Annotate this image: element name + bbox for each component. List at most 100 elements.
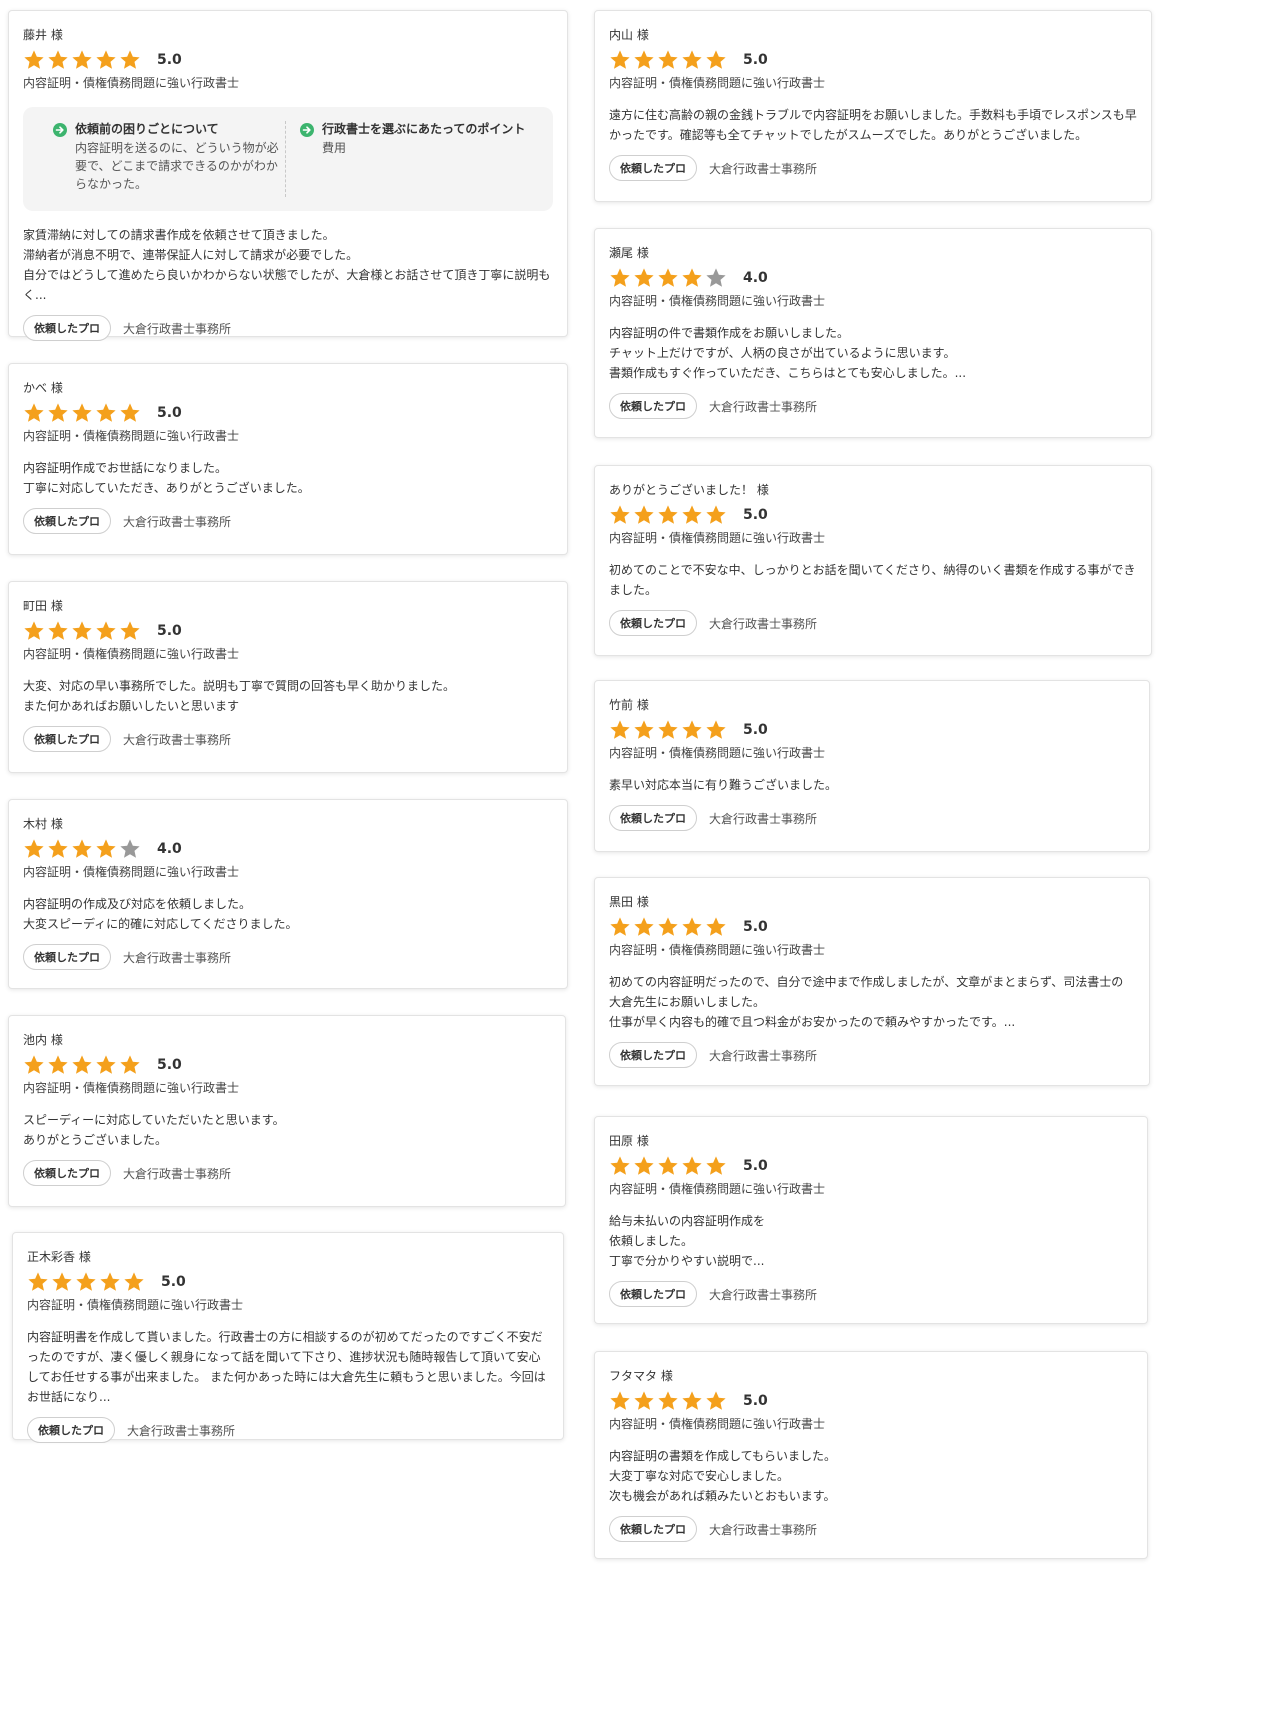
star-filled-icon — [657, 1390, 679, 1412]
star-filled-icon — [23, 838, 45, 860]
star-filled-icon — [23, 49, 45, 71]
reviewer-name: フタマタ 様 — [609, 1369, 673, 1383]
office-name[interactable]: 大倉行政書士事務所 — [709, 810, 817, 827]
star-filled-icon — [47, 838, 69, 860]
rating-value: 5.0 — [157, 623, 182, 639]
star-filled-icon — [71, 402, 93, 424]
star-rating — [23, 49, 143, 71]
reviewer-name: 町田 様 — [23, 599, 63, 613]
requested-pro-button[interactable]: 依頼したプロ — [23, 1160, 111, 1186]
pro-specialty: 内容証明・債権債務問題に強い行政書士 — [609, 531, 826, 545]
review-text: 遠方に住む高齢の親の金銭トラブルで内容証明をお願いしました。手数料も手頃でレスポ… — [609, 108, 1137, 142]
star-rating — [609, 916, 729, 938]
rating-value: 5.0 — [157, 1057, 182, 1073]
review-card: 内山 様 5.0 内容証明・債権債務問題に強い行政書士 遠方に住む高齢の親の金銭… — [594, 10, 1152, 202]
star-filled-icon — [657, 267, 679, 289]
review-text: 内容証明の書類を作成してもらいました。 大変丁寧な対応で安心しました。 次も機会… — [609, 1449, 837, 1503]
star-filled-icon — [681, 504, 703, 526]
pro-specialty: 内容証明・債権債務問題に強い行政書士 — [609, 76, 826, 90]
review-card: 藤井 様 5.0 内容証明・債権債務問題に強い行政書士 依頼前の困りごとについて… — [8, 10, 568, 341]
star-filled-icon — [95, 49, 117, 71]
office-name[interactable]: 大倉行政書士事務所 — [709, 615, 817, 632]
office-name[interactable]: 大倉行政書士事務所 — [123, 731, 231, 748]
star-filled-icon — [71, 1054, 93, 1076]
review-card: 黒田 様 5.0 内容証明・債権債務問題に強い行政書士 初めての内容証明だったの… — [594, 877, 1150, 1086]
office-name[interactable]: 大倉行政書士事務所 — [123, 320, 231, 337]
office-name[interactable]: 大倉行政書士事務所 — [123, 513, 231, 530]
requested-pro-button[interactable]: 依頼したプロ — [609, 1042, 697, 1068]
review-text: 家賃滞納に対しての請求書作成を依頼させて頂きました。 滞納者が消息不明で、連帯保… — [23, 228, 551, 302]
requested-pro-button[interactable]: 依頼したプロ — [609, 1281, 697, 1307]
reviewer-name: 黒田 様 — [609, 895, 649, 909]
office-name[interactable]: 大倉行政書士事務所 — [123, 949, 231, 966]
reviewer-name: 竹前 様 — [609, 698, 649, 712]
requested-pro-button[interactable]: 依頼したプロ — [23, 508, 111, 534]
star-filled-icon — [633, 49, 655, 71]
star-filled-icon — [123, 1271, 145, 1293]
review-card: 池内 様 5.0 内容証明・債権債務問題に強い行政書士 スピーディーに対応してい… — [8, 1015, 566, 1207]
rating-value: 5.0 — [743, 507, 768, 523]
star-filled-icon — [47, 49, 69, 71]
requested-pro-button[interactable]: 依頼したプロ — [23, 726, 111, 752]
pro-specialty: 内容証明・債権債務問題に強い行政書士 — [27, 1298, 244, 1312]
star-filled-icon — [681, 916, 703, 938]
requested-pro-button[interactable]: 依頼したプロ — [609, 610, 697, 636]
requested-pro-button[interactable]: 依頼したプロ — [609, 393, 697, 419]
office-name[interactable]: 大倉行政書士事務所 — [709, 1047, 817, 1064]
star-filled-icon — [609, 1155, 631, 1177]
star-filled-icon — [633, 267, 655, 289]
star-filled-icon — [95, 838, 117, 860]
pro-specialty: 内容証明・債権債務問題に強い行政書士 — [609, 943, 826, 957]
star-rating — [609, 504, 729, 526]
rating-value: 5.0 — [743, 919, 768, 935]
office-name[interactable]: 大倉行政書士事務所 — [709, 160, 817, 177]
star-filled-icon — [633, 916, 655, 938]
star-rating — [23, 402, 143, 424]
review-text: 大変、対応の早い事務所でした。説明も丁寧で質問の回答も早く助かりました。 また何… — [23, 679, 456, 713]
requested-pro-button[interactable]: 依頼したプロ — [609, 805, 697, 831]
star-rating — [27, 1271, 147, 1293]
requested-pro-button[interactable]: 依頼したプロ — [609, 1516, 697, 1542]
star-filled-icon — [705, 1390, 727, 1412]
office-name[interactable]: 大倉行政書士事務所 — [709, 398, 817, 415]
star-empty-icon — [705, 267, 727, 289]
detail-answer: 費用 — [322, 141, 347, 155]
star-filled-icon — [681, 267, 703, 289]
star-filled-icon — [95, 402, 117, 424]
review-card: 竹前 様 5.0 内容証明・債権債務問題に強い行政書士 素早い対応本当に有り難う… — [594, 680, 1150, 852]
star-filled-icon — [705, 49, 727, 71]
requested-pro-button[interactable]: 依頼したプロ — [23, 944, 111, 970]
office-name[interactable]: 大倉行政書士事務所 — [123, 1165, 231, 1182]
rating-value: 4.0 — [743, 270, 768, 286]
review-text: 内容証明の件で書類作成をお願いしました。 チャット上だけですが、人柄の良さが出て… — [609, 326, 967, 380]
star-filled-icon — [51, 1271, 73, 1293]
review-card: 瀬尾 様 4.0 内容証明・債権債務問題に強い行政書士 内容証明の件で書類作成を… — [594, 228, 1152, 438]
office-name[interactable]: 大倉行政書士事務所 — [709, 1521, 817, 1538]
office-name[interactable]: 大倉行政書士事務所 — [709, 1286, 817, 1303]
reviewer-name: 内山 様 — [609, 28, 649, 42]
detail-question-title: 依頼前の困りごとについて — [75, 122, 219, 136]
star-filled-icon — [119, 402, 141, 424]
requested-pro-button[interactable]: 依頼したプロ — [27, 1417, 115, 1443]
review-card: 正木彩香 様 5.0 内容証明・債権債務問題に強い行政書士 内容証明書を作成して… — [12, 1232, 564, 1443]
star-rating — [23, 620, 143, 642]
star-rating — [609, 1390, 729, 1412]
rating-value: 5.0 — [743, 1158, 768, 1174]
star-empty-icon — [119, 838, 141, 860]
requested-pro-button[interactable]: 依頼したプロ — [23, 315, 111, 341]
star-filled-icon — [27, 1271, 49, 1293]
requested-pro-button[interactable]: 依頼したプロ — [609, 155, 697, 181]
rating-value: 5.0 — [157, 405, 182, 421]
star-filled-icon — [657, 49, 679, 71]
star-filled-icon — [705, 916, 727, 938]
rating-value: 5.0 — [161, 1274, 186, 1290]
star-filled-icon — [119, 49, 141, 71]
office-name[interactable]: 大倉行政書士事務所 — [127, 1422, 235, 1439]
star-filled-icon — [71, 49, 93, 71]
review-text: 内容証明書を作成して貰いました。行政書士の方に相談するのが初めてだったのですごく… — [27, 1330, 546, 1404]
star-filled-icon — [657, 719, 679, 741]
star-filled-icon — [633, 719, 655, 741]
review-card: ありがとうございました！ 様 5.0 内容証明・債権債務問題に強い行政書士 初め… — [594, 465, 1152, 656]
star-filled-icon — [705, 504, 727, 526]
star-filled-icon — [47, 620, 69, 642]
